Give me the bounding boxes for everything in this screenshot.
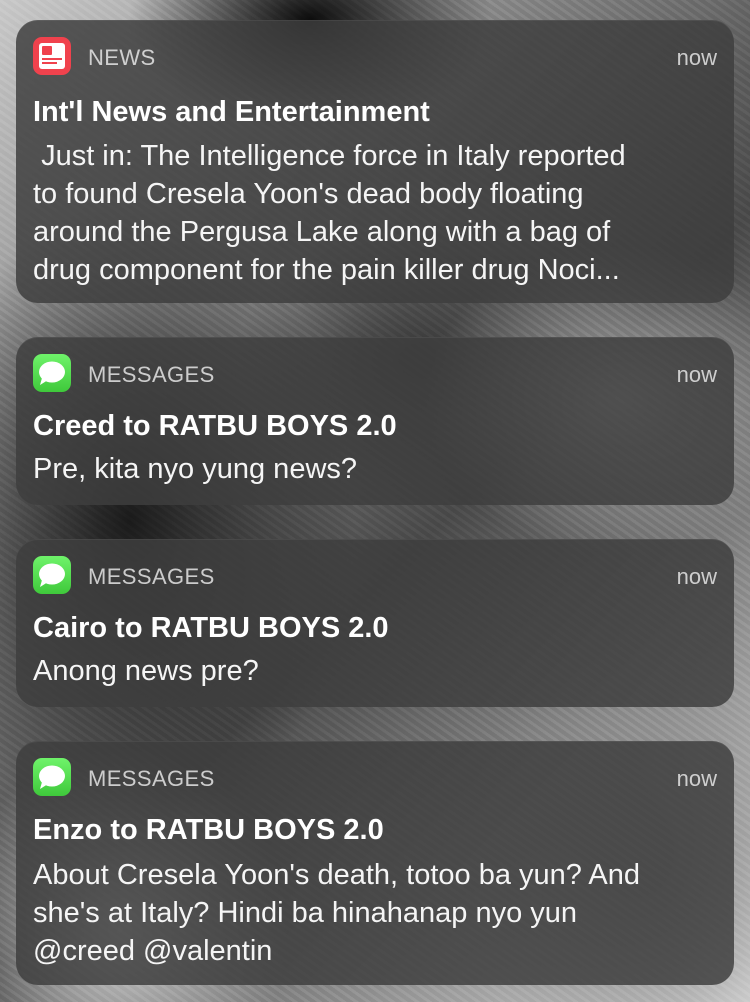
notification-title: Cairo to RATBU BOYS 2.0: [33, 612, 389, 644]
notification-body: Just in: The Intelligence force in Italy…: [33, 140, 626, 286]
notification-title: Creed to RATBU BOYS 2.0: [33, 410, 397, 442]
app-name: MESSAGES: [88, 766, 215, 791]
notification-time: now: [676, 766, 717, 791]
messages-app-icon: [33, 354, 71, 392]
notification-title: Enzo to RATBU BOYS 2.0: [33, 814, 384, 846]
notification-header: MESSAGES now: [16, 539, 734, 609]
app-name: NEWS: [88, 45, 156, 70]
notification-header: NEWS now: [16, 20, 734, 90]
notification-message[interactable]: MESSAGES now Cairo to RATBU BOYS 2.0 Ano…: [16, 539, 734, 707]
notification-message[interactable]: MESSAGES now Creed to RATBU BOYS 2.0 Pre…: [16, 337, 734, 505]
app-name: MESSAGES: [88, 564, 215, 589]
messages-app-icon: [33, 556, 71, 594]
notification-time: now: [676, 362, 717, 387]
notification-header: MESSAGES now: [16, 741, 734, 811]
notification-message[interactable]: MESSAGES now Enzo to RATBU BOYS 2.0 Abou…: [16, 741, 734, 985]
app-name: MESSAGES: [88, 362, 215, 387]
news-app-icon: [33, 37, 71, 75]
notification-news[interactable]: NEWS now Int'l News and Entertainment Ju…: [16, 20, 734, 303]
notification-body: Pre, kita nyo yung news?: [33, 453, 358, 485]
notification-body: Anong news pre?: [33, 655, 259, 687]
messages-app-icon: [33, 758, 71, 796]
notification-time: now: [676, 564, 717, 589]
notification-header: MESSAGES now: [16, 337, 734, 407]
notification-time: now: [676, 45, 717, 70]
notification-body: About Cresela Yoon's death, totoo ba yun…: [33, 859, 640, 967]
notification-title: Int'l News and Entertainment: [33, 96, 430, 128]
